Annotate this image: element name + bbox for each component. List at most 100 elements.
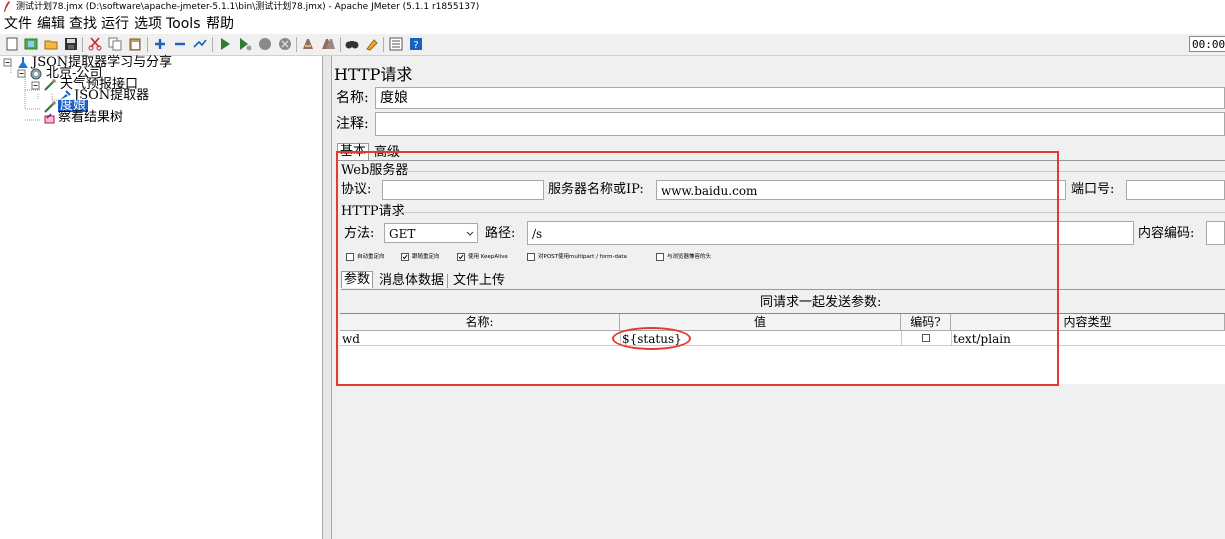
chevron-down-icon (466, 231, 474, 236)
tab-file-upload[interactable]: 文件上传 (451, 273, 507, 289)
window-title: 测试计划78.jmx (D:\software\apache-jmeter-5.… (16, 2, 480, 12)
http-request-group-label: HTTP请求 (341, 204, 405, 219)
method-value: GET (389, 227, 416, 241)
templates-icon[interactable] (24, 37, 38, 51)
shutdown-icon[interactable] (278, 37, 292, 51)
menu-search[interactable]: 查找 (69, 14, 97, 34)
toolbar-separator (82, 37, 83, 52)
port-label: 端口号: (1071, 182, 1115, 197)
toolbar-separator (296, 37, 297, 52)
check-mark-icon (458, 254, 464, 260)
web-server-group-label: Web服务器 (341, 163, 409, 178)
group-divider (399, 212, 1225, 213)
cut-icon[interactable] (88, 37, 102, 51)
cell-divider (901, 331, 902, 346)
params-table[interactable]: 名称: 值 编码? 内容类型 wd ${status} text/plain (340, 313, 1225, 384)
search-icon[interactable] (345, 37, 359, 51)
test-plan-tree[interactable]: JSON提取器学习与分享 北京-公司 天气预报接口 JSON提取器 度娘 察看结… (0, 56, 323, 539)
tab-border (337, 160, 1225, 161)
menu-run[interactable]: 运行 (101, 14, 129, 34)
elapsed-timer: 00:00 (1189, 36, 1225, 52)
paste-icon[interactable] (128, 37, 142, 51)
cell-divider (951, 331, 952, 346)
protocol-field[interactable] (382, 180, 544, 200)
auto-redirect-label: 自动重定向 (357, 254, 385, 260)
expand-icon[interactable] (153, 37, 167, 51)
content-encoding-field[interactable] (1206, 221, 1225, 245)
window-title-bar: 测试计划78.jmx (D:\software\apache-jmeter-5.… (0, 0, 1225, 14)
browser-headers-checkbox[interactable] (656, 253, 664, 261)
sampler-icon (44, 79, 56, 91)
param-content-type-cell[interactable]: text/plain (953, 333, 1011, 345)
content-encoding-label: 内容编码: (1138, 226, 1195, 241)
tab-body-data[interactable]: 消息体数据 (377, 273, 446, 289)
param-encode-checkbox[interactable] (922, 334, 930, 342)
test-plan-icon (18, 57, 28, 68)
param-value-cell[interactable]: ${status} (622, 333, 682, 345)
sub-tab-border (341, 289, 1225, 290)
save-icon[interactable] (64, 37, 78, 51)
reset-search-icon[interactable] (365, 37, 379, 51)
tab-separator (447, 274, 448, 288)
menu-tools[interactable]: Tools (166, 14, 201, 34)
column-header-name[interactable]: 名称: (340, 314, 620, 331)
clear-icon[interactable] (301, 37, 315, 51)
split-pane-divider[interactable] (323, 56, 332, 539)
params-caption: 同请求一起发送参数: (760, 295, 882, 310)
collapse-icon[interactable] (173, 37, 187, 51)
follow-redirect-checkbox[interactable] (401, 253, 409, 261)
method-select[interactable]: GET (384, 223, 478, 243)
column-header-content-type[interactable]: 内容类型 (951, 314, 1225, 331)
auto-redirect-checkbox[interactable] (346, 253, 354, 261)
thread-group-icon (30, 68, 42, 80)
keepalive-checkbox[interactable] (457, 253, 465, 261)
open-icon[interactable] (44, 37, 58, 51)
comment-field[interactable] (375, 112, 1225, 136)
server-field[interactable]: www.baidu.com (656, 180, 1066, 200)
toolbar-separator (212, 37, 213, 52)
name-field[interactable]: 度娘 (375, 87, 1225, 109)
method-label: 方法: (344, 226, 375, 241)
help-icon[interactable]: ? (409, 37, 423, 51)
menu-help[interactable]: 帮助 (206, 14, 234, 34)
function-helper-icon[interactable] (389, 37, 403, 51)
start-no-pause-icon[interactable] (238, 37, 252, 51)
svg-text:?: ? (413, 40, 418, 51)
stop-icon[interactable] (258, 37, 272, 51)
toolbar-separator (383, 37, 384, 52)
menu-file[interactable]: 文件 (4, 14, 32, 34)
multipart-label: 对POST使用multipart / form-data (538, 254, 627, 260)
menu-edit[interactable]: 编辑 (37, 14, 65, 34)
param-name-cell[interactable]: wd (342, 333, 360, 345)
multipart-checkbox[interactable] (527, 253, 535, 261)
menu-options[interactable]: 选项 (134, 14, 162, 34)
clear-all-icon[interactable] (321, 37, 335, 51)
menu-bar: 文件 编辑 查找 运行 选项 Tools 帮助 (0, 14, 1225, 34)
tab-parameters[interactable]: 参数 (341, 271, 374, 288)
start-icon[interactable] (218, 37, 232, 51)
group-divider (404, 171, 1225, 172)
tree-node-results-tree[interactable]: 察看结果树 (58, 111, 123, 124)
toggle-icon[interactable] (193, 37, 207, 51)
listener-icon (44, 113, 55, 124)
panel-title: HTTP请求 (334, 65, 413, 84)
toolbar-separator (340, 37, 341, 52)
new-icon[interactable] (5, 37, 19, 51)
comment-label: 注释: (336, 116, 369, 132)
browser-headers-label: 与浏览器兼容的头 (667, 254, 712, 260)
jmeter-feather-icon (4, 1, 10, 12)
follow-redirect-label: 跟随重定向 (412, 254, 440, 260)
path-field[interactable]: /s (527, 221, 1134, 245)
column-header-value[interactable]: 值 (620, 314, 901, 331)
cell-divider (620, 331, 621, 346)
tab-advanced[interactable]: 高级 (372, 145, 402, 161)
protocol-label: 协议: (341, 182, 372, 197)
row-divider (340, 345, 1225, 346)
name-label: 名称: (336, 90, 369, 106)
port-field[interactable] (1126, 180, 1225, 200)
tab-basic[interactable]: 基本 (337, 143, 370, 160)
keepalive-label: 使用 KeepAlive (468, 254, 508, 260)
copy-icon[interactable] (108, 37, 122, 51)
server-label: 服务器名称或IP: (548, 182, 644, 197)
column-header-encode[interactable]: 编码? (901, 314, 951, 331)
